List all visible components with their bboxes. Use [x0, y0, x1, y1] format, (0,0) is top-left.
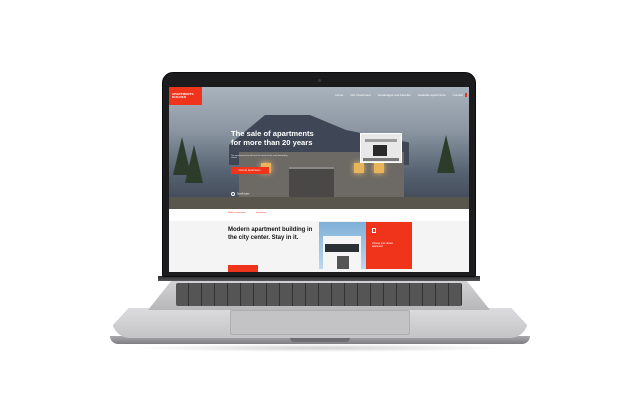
logo-text: APARTMENTS BUILDER: [172, 92, 194, 100]
apartment-card[interactable]: Choose your dream apartment: [366, 222, 412, 269]
kitchen-appliance: [373, 145, 387, 156]
laptop-shadow: [130, 344, 510, 352]
logo-line2: BUILDER: [172, 95, 187, 100]
site-logo[interactable]: APARTMENTS BUILDER: [169, 87, 202, 105]
nav-item-contact[interactable]: Contact: [453, 93, 463, 97]
tree-right: [437, 135, 455, 173]
hero-subtitle: The apartments that will meet the needs …: [231, 155, 288, 160]
card-text: Choose your dream apartment: [372, 242, 393, 248]
document-icon: [372, 228, 376, 233]
building-entrance: [337, 256, 349, 269]
laptop-screen: APARTMENTS BUILDER Home Our investment A…: [169, 87, 469, 272]
laptop-thumb-notch: [290, 338, 350, 342]
kitchen-counter: [363, 158, 399, 161]
accent-bar: [228, 265, 258, 272]
house-window: [354, 163, 364, 173]
find-apartment-label: Find an Apartment: [238, 169, 260, 172]
house-window: [374, 163, 384, 173]
hero-title-line2: for more than 20 years: [231, 138, 313, 147]
kitchen-thumbnail[interactable]: [360, 133, 402, 163]
main-menu: Home Our investment Advantages and benef…: [335, 93, 463, 97]
find-apartment-button[interactable]: Find an Apartment ›: [231, 167, 269, 174]
tab-modern-apartment[interactable]: Modern apartment: [228, 212, 246, 214]
nav-item-apartments[interactable]: Available apartments: [418, 93, 446, 97]
nav-item-home[interactable]: Home: [335, 93, 343, 97]
site-navbar: APARTMENTS BUILDER Home Our investment A…: [169, 87, 469, 105]
building-image: [319, 222, 366, 269]
kitchen-cabinet: [365, 139, 397, 142]
scroll-down-label: Scroll down: [237, 192, 250, 196]
nav-item-investment[interactable]: Our investment: [350, 93, 370, 97]
menu-accent-marker: [465, 93, 467, 97]
camera-icon: [318, 79, 321, 82]
hero-background: [169, 87, 469, 209]
scroll-down-link[interactable]: Scroll down: [231, 192, 249, 196]
mouse-scroll-icon: [231, 192, 235, 196]
arrow-right-icon: ›: [260, 169, 262, 172]
building-windows: [325, 244, 359, 252]
section-title: Modern apartment building in the city ce…: [228, 227, 313, 241]
house-garage: [289, 167, 334, 197]
laptop-touchpad: [230, 310, 410, 335]
section-tabs: Modern apartment Investment: [228, 212, 267, 214]
laptop-mockup: APARTMENTS BUILDER Home Our investment A…: [0, 0, 640, 410]
section-divider: [169, 209, 469, 221]
tree-left-2: [185, 145, 203, 183]
laptop-keyboard: [176, 283, 462, 306]
house-ground: [169, 197, 469, 209]
nav-item-advantages[interactable]: Advantages and benefits: [378, 93, 411, 97]
hero-title-line1: The sale of apartments: [231, 129, 314, 138]
hero-title: The sale of apartments for more than 20 …: [231, 129, 351, 147]
tab-investment[interactable]: Investment: [256, 212, 267, 214]
